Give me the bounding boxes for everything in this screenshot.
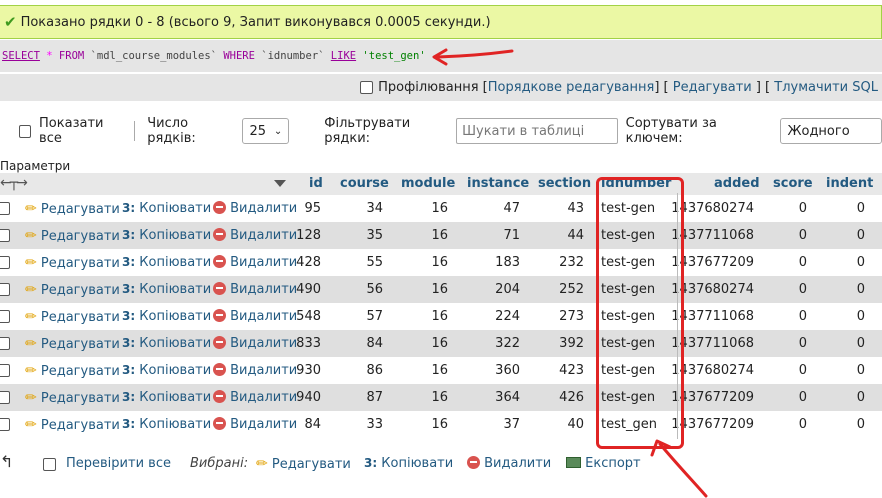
annotation-arrow-box: [658, 442, 708, 498]
annotation-arrow-sql: [436, 49, 514, 59]
annotation-arrows: [432, 48, 708, 498]
